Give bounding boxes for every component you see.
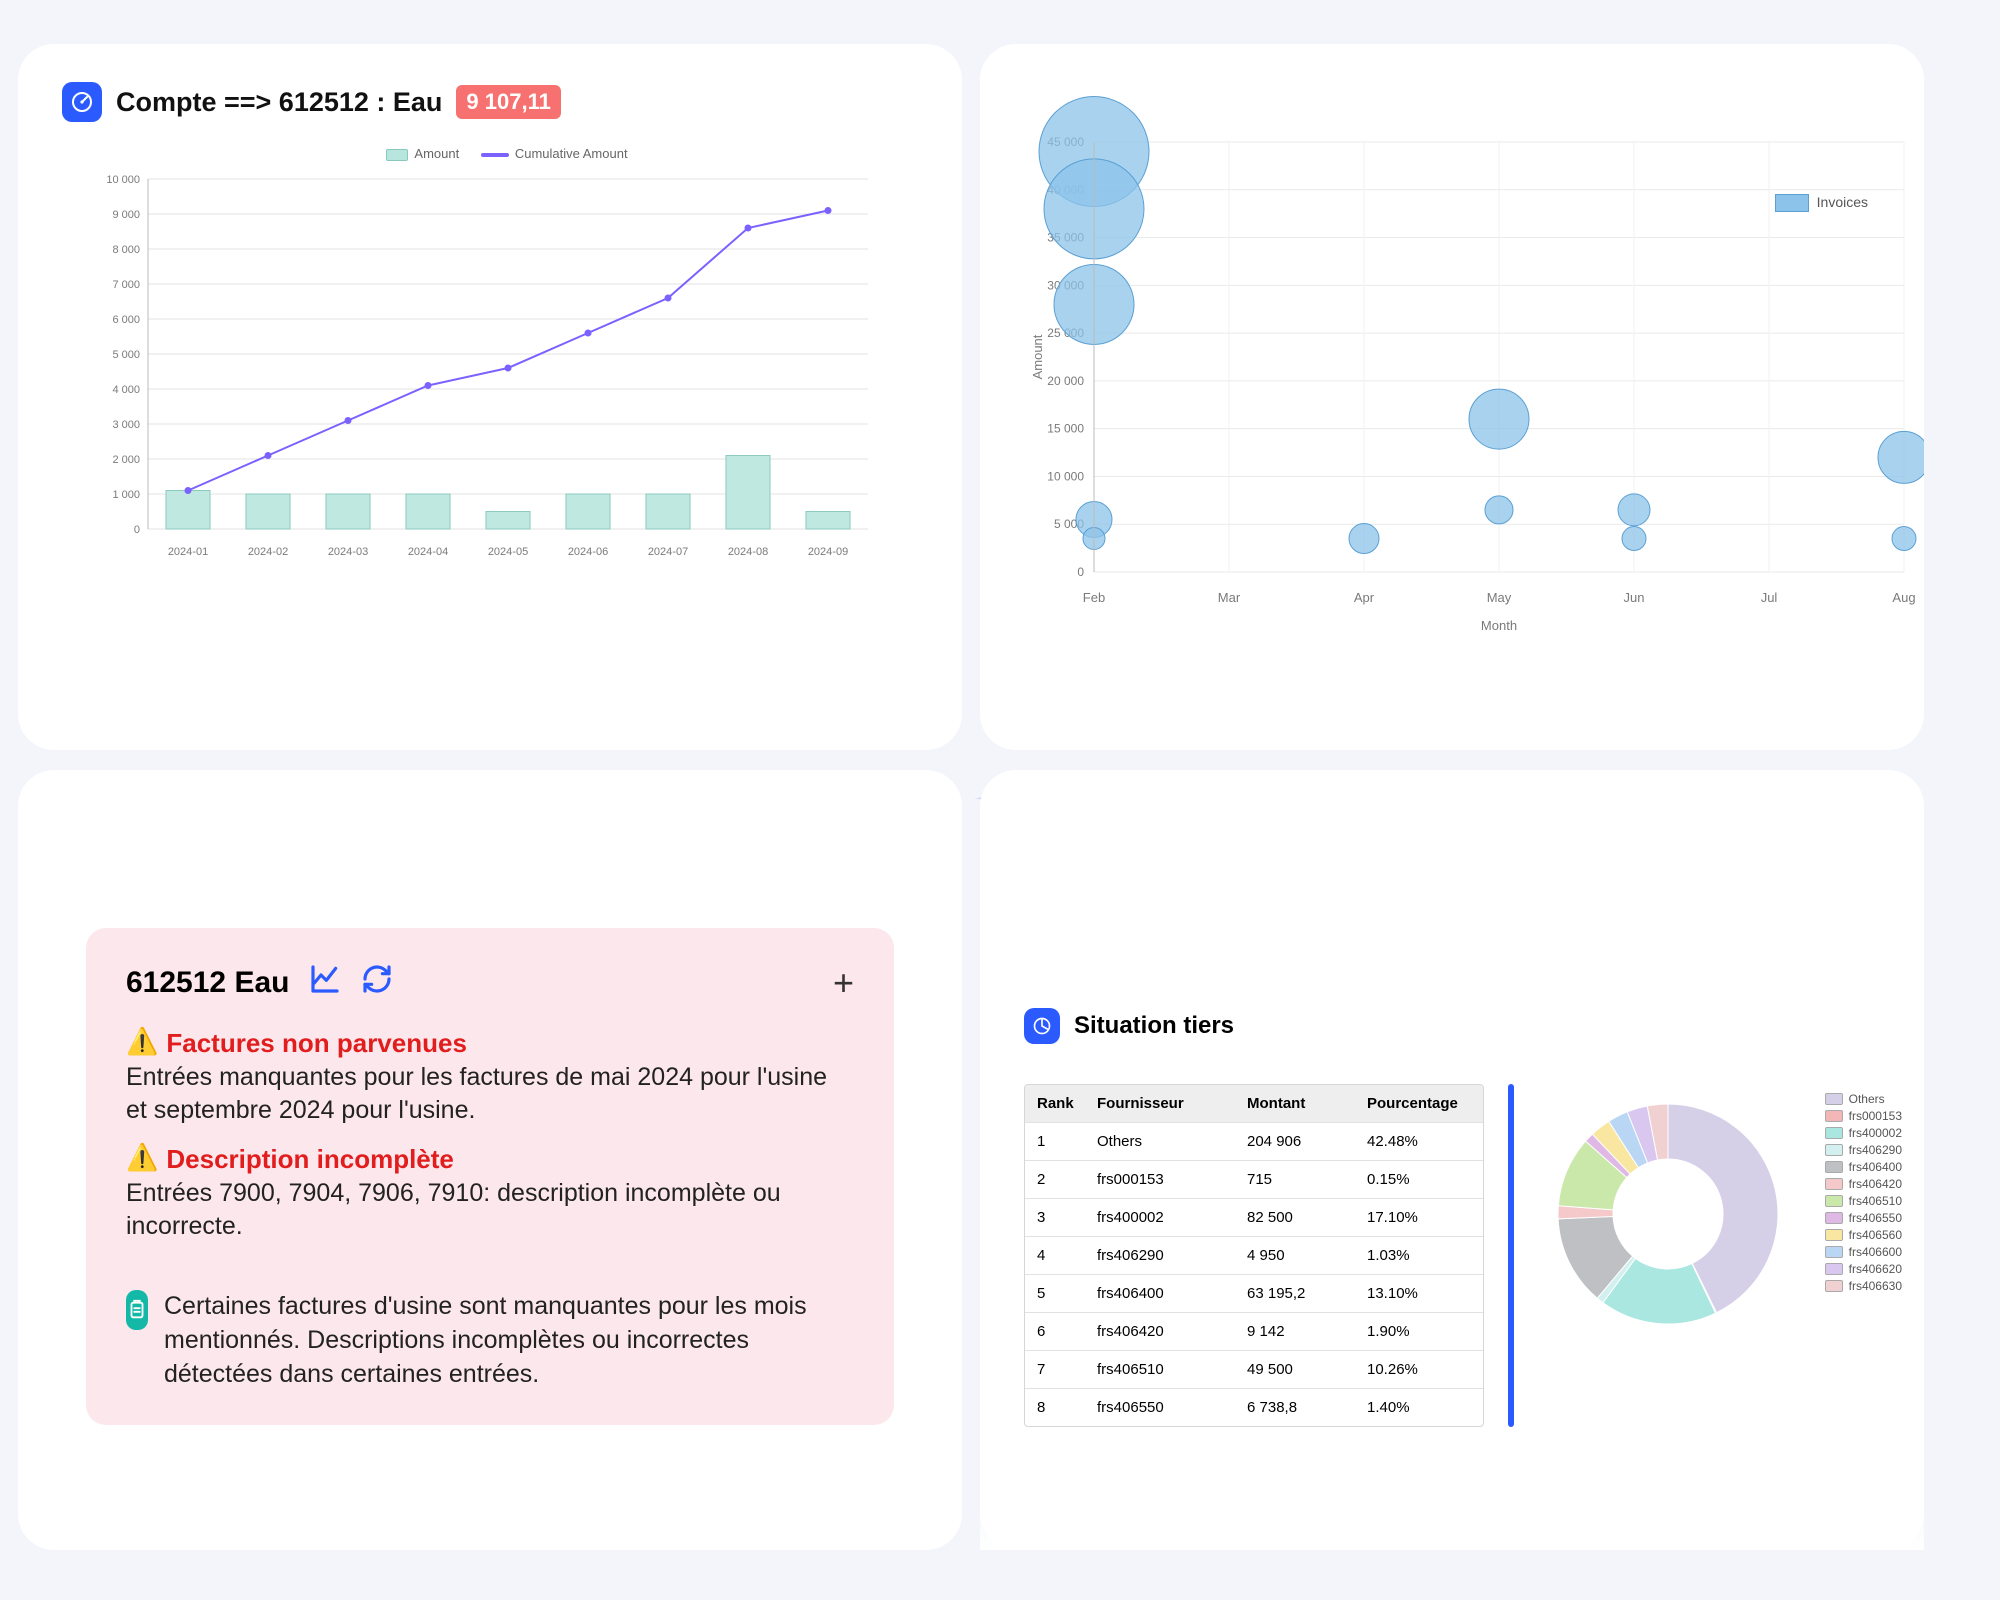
svg-text:20 000: 20 000 (1047, 374, 1084, 388)
gauge-icon (62, 82, 102, 122)
svg-text:2024-07: 2024-07 (648, 546, 688, 558)
legend-item: frs400002 (1825, 1126, 1902, 1140)
table-row[interactable]: 7frs40651049 50010.26% (1025, 1350, 1483, 1388)
chart-line-icon[interactable] (309, 963, 341, 1003)
svg-text:Month: Month (1481, 618, 1517, 633)
combo-chart: 0 1 000 2 000 3 000 4 000 5 000 6 000 7 000 8 00… (78, 169, 878, 569)
svg-text:8 000: 8 000 (112, 244, 140, 256)
pie-icon (1024, 1008, 1060, 1044)
table-row[interactable]: 4frs4062904 9501.03% (1025, 1236, 1483, 1274)
legend-item: frs406420 (1825, 1177, 1902, 1191)
legend-item: frs406560 (1825, 1228, 1902, 1242)
svg-text:2024-03: 2024-03 (328, 546, 368, 558)
legend-cumulative-label: Cumulative Amount (515, 146, 628, 161)
legend-item: frs406620 (1825, 1262, 1902, 1276)
table-row[interactable]: 6frs4064209 1421.90% (1025, 1312, 1483, 1350)
chart-a-legend: Amount Cumulative Amount (78, 146, 918, 161)
alert-2-title: Description incomplète (166, 1144, 454, 1175)
svg-text:May: May (1487, 590, 1512, 605)
svg-text:Jun: Jun (1624, 590, 1645, 605)
col-pourcentage: Pourcentage (1355, 1085, 1483, 1122)
svg-text:2024-05: 2024-05 (488, 546, 528, 558)
card-d-title: Situation tiers (1074, 1012, 1234, 1040)
svg-text:7 000: 7 000 (112, 279, 140, 291)
legend-item: frs000153 (1825, 1109, 1902, 1123)
svg-text:Apr: Apr (1354, 590, 1375, 605)
svg-text:2024-01: 2024-01 (168, 546, 208, 558)
donut-chart (1538, 1084, 1798, 1344)
svg-text:2024-08: 2024-08 (728, 546, 768, 558)
bubble-legend: Invoices (1775, 194, 1868, 212)
clipboard-icon (126, 1290, 148, 1330)
svg-text:10 000: 10 000 (1047, 469, 1084, 483)
card-invoices-bubble: Invoices 05 00010 00015 00020 00025 0003… (980, 44, 1924, 750)
svg-text:Feb: Feb (1083, 590, 1105, 605)
legend-item: frs406600 (1825, 1245, 1902, 1259)
table-row[interactable]: 2frs0001537150.15% (1025, 1160, 1483, 1198)
alert-2-body: Entrées 7900, 7904, 7906, 7910: descript… (126, 1177, 854, 1242)
warning-icon: ⚠️ (126, 1028, 158, 1054)
legend-item: Others (1825, 1092, 1902, 1106)
table-row[interactable]: 1Others204 90642.48% (1025, 1122, 1483, 1160)
col-fournisseur: Fournisseur (1085, 1085, 1235, 1122)
svg-text:15 000: 15 000 (1047, 422, 1084, 436)
fade-overlay (980, 1490, 1924, 1550)
col-montant: Montant (1235, 1085, 1355, 1122)
legend-item: frs406510 (1825, 1194, 1902, 1208)
card-account-eau: Compte ==> 612512 : Eau 9 107,11 Amount … (18, 44, 962, 750)
scroll-indicator[interactable] (1508, 1084, 1514, 1427)
table-row[interactable]: 3frs40000282 50017.10% (1025, 1198, 1483, 1236)
card-a-title: Compte ==> 612512 : Eau (116, 87, 442, 118)
table-row[interactable]: 8frs4065506 738,81.40% (1025, 1388, 1483, 1426)
svg-text:Amount: Amount (1030, 334, 1045, 379)
bubble-chart: 05 00010 00015 00020 00025 00030 00035 0… (1024, 82, 1924, 642)
legend-item: frs406630 (1825, 1279, 1902, 1293)
legend-item: frs406400 (1825, 1160, 1902, 1174)
svg-text:Jul: Jul (1761, 590, 1778, 605)
svg-text:0: 0 (134, 524, 140, 536)
svg-text:1 000: 1 000 (112, 489, 140, 501)
legend-item: frs406550 (1825, 1211, 1902, 1225)
svg-text:Mar: Mar (1218, 590, 1241, 605)
svg-text:10 000: 10 000 (106, 174, 140, 186)
svg-text:2 000: 2 000 (112, 454, 140, 466)
alert-card-title: 612512 Eau (126, 966, 289, 1000)
card-alerts: 612512 Eau + ⚠️ Factures non parvenues E… (18, 770, 962, 1550)
svg-text:2024-09: 2024-09 (808, 546, 848, 558)
donut-legend: Others frs000153 frs400002 frs406290 frs4064… (1825, 1092, 1902, 1296)
svg-text:2024-04: 2024-04 (408, 546, 448, 558)
legend-item: frs406290 (1825, 1143, 1902, 1157)
alert-1-body: Entrées manquantes pour les factures de … (126, 1061, 854, 1126)
refresh-icon[interactable] (361, 963, 393, 1003)
svg-text:2024-02: 2024-02 (248, 546, 288, 558)
warning-icon: ⚠️ (126, 1144, 158, 1170)
add-button[interactable]: + (833, 962, 854, 1004)
svg-text:4 000: 4 000 (112, 384, 140, 396)
table-row[interactable]: 5frs40640063 195,213.10% (1025, 1274, 1483, 1312)
alert-1-title: Factures non parvenues (166, 1028, 467, 1059)
legend-amount-label: Amount (414, 146, 459, 161)
svg-text:6 000: 6 000 (112, 314, 140, 326)
info-body: Certaines factures d'usine sont manquant… (164, 1290, 854, 1391)
col-rank: Rank (1025, 1085, 1085, 1122)
svg-text:0: 0 (1077, 565, 1084, 579)
svg-text:3 000: 3 000 (112, 419, 140, 431)
legend-invoices-label: Invoices (1817, 194, 1868, 210)
svg-text:2024-06: 2024-06 (568, 546, 608, 558)
svg-text:5 000: 5 000 (112, 349, 140, 361)
amount-badge: 9 107,11 (456, 85, 560, 119)
svg-text:Aug: Aug (1892, 590, 1915, 605)
tiers-table: Rank Fournisseur Montant Pourcentage 1Ot… (1024, 1084, 1484, 1427)
svg-text:9 000: 9 000 (112, 209, 140, 221)
card-situation-tiers: Situation tiers Rank Fournisseur Montant… (980, 770, 1924, 1550)
